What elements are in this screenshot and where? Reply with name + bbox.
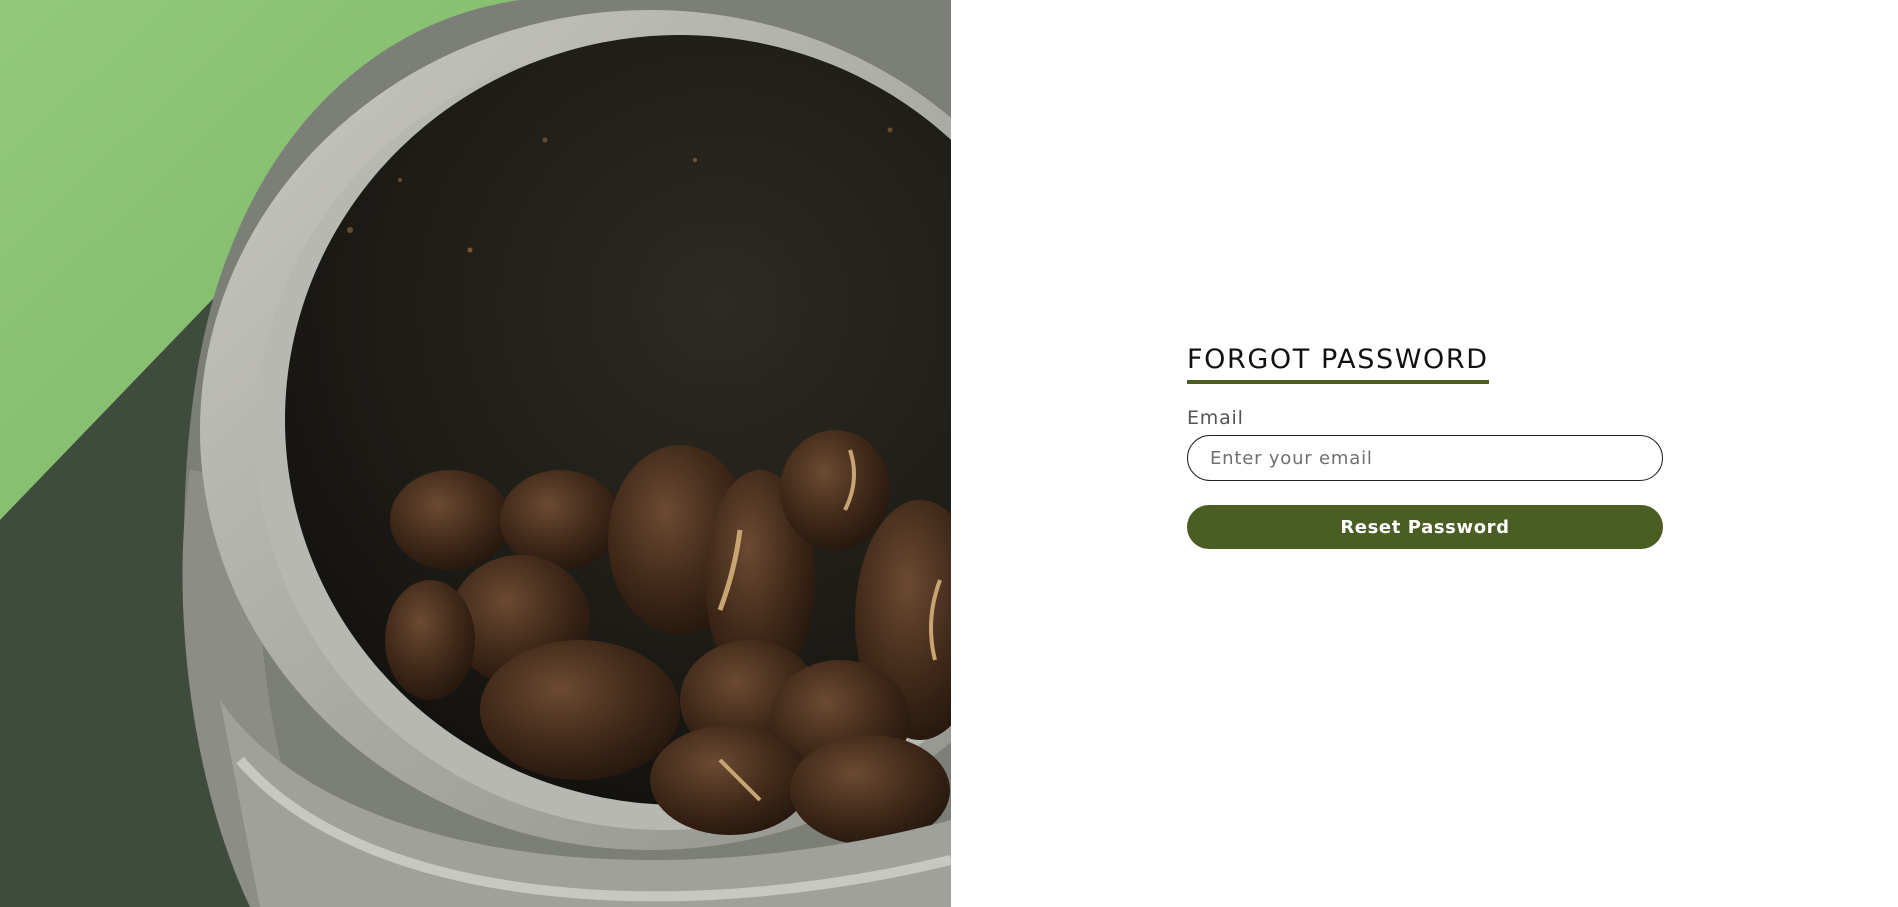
form-panel: FORGOT PASSWORD Email Reset Password <box>951 0 1898 907</box>
hero-image-panel <box>0 0 951 907</box>
forgot-password-page: FORGOT PASSWORD Email Reset Password <box>0 0 1898 907</box>
coffee-beans-grinder-image <box>0 0 951 907</box>
reset-password-button[interactable]: Reset Password <box>1187 505 1663 549</box>
email-input[interactable] <box>1187 435 1663 481</box>
forgot-password-form: FORGOT PASSWORD Email Reset Password <box>1187 342 1663 549</box>
title-underline <box>1187 380 1489 384</box>
title-wrap: FORGOT PASSWORD <box>1187 342 1489 384</box>
email-label: Email <box>1187 407 1244 429</box>
page-title: FORGOT PASSWORD <box>1187 344 1489 375</box>
